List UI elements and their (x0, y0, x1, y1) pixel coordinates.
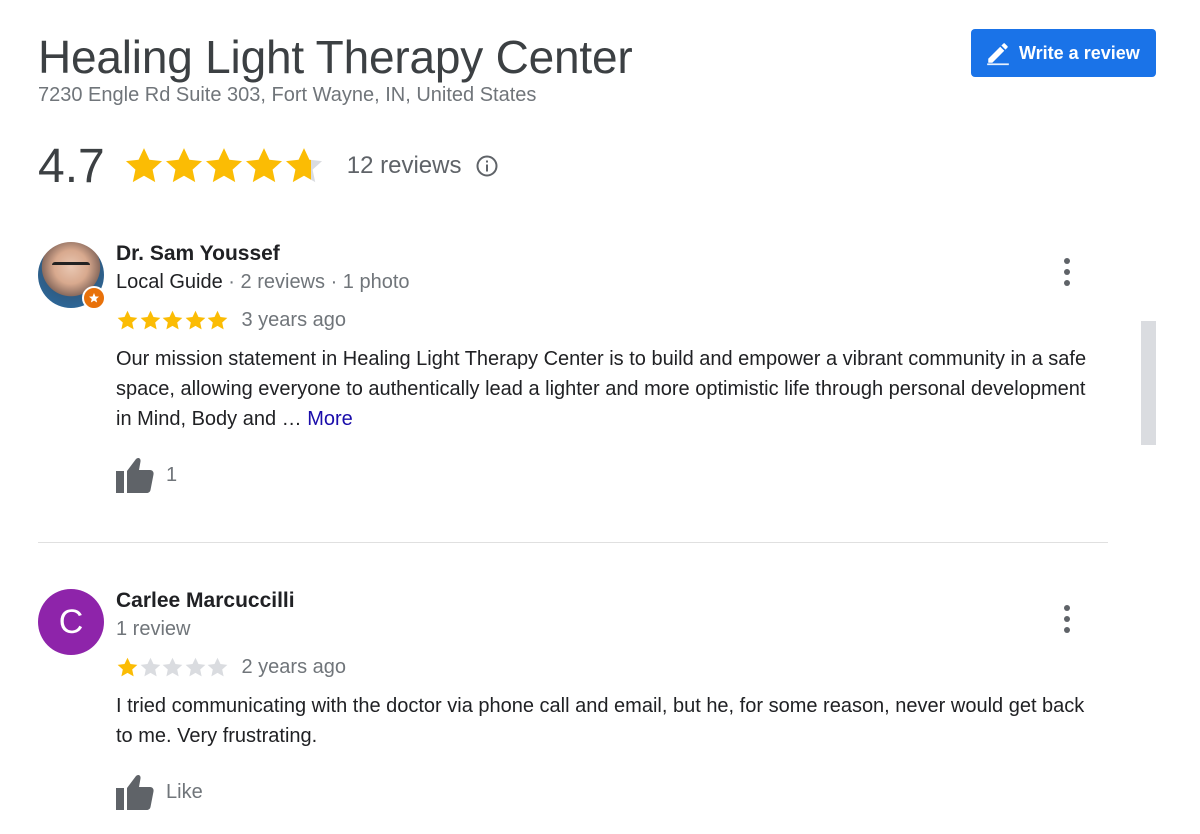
meta-separator: · (325, 271, 343, 293)
star-icon (140, 657, 160, 676)
star-icon (117, 310, 138, 329)
reviewer-meta: 1 review (116, 618, 1106, 641)
star-icon (285, 148, 322, 183)
star-icon (207, 310, 228, 329)
place-address: 7230 Engle Rd Suite 303, Fort Wayne, IN,… (38, 84, 537, 106)
review-divider (38, 542, 1108, 543)
write-review-button[interactable]: Write a review (971, 29, 1156, 77)
meta-separator: · (222, 271, 241, 293)
review-text: I tried communicating with the doctor vi… (116, 695, 1085, 747)
star-icon (162, 310, 183, 329)
reviewer-avatar[interactable]: C (38, 589, 104, 655)
like-button[interactable]: 1 (116, 456, 1106, 494)
write-review-label: Write a review (1019, 42, 1140, 63)
reviewer-review-count: 2 reviews (240, 271, 326, 293)
more-link[interactable]: More (307, 408, 353, 430)
thumbs-up-icon (116, 774, 154, 810)
star-icon (165, 148, 202, 183)
average-rating: 4.7 (38, 139, 105, 193)
star-icon (162, 657, 183, 676)
reviewer-photo-count: 1 photo (342, 271, 410, 293)
star-icon (205, 148, 242, 183)
star-icon (117, 657, 138, 676)
glasses-shape (52, 262, 90, 272)
more-options-icon[interactable] (1062, 258, 1072, 286)
review-text-body: Our mission statement in Healing Light T… (116, 348, 1087, 430)
star-icon (245, 148, 282, 183)
reviewer-name[interactable]: Carlee Marcuccilli (116, 589, 1106, 615)
local-guide-label: Local Guide (116, 271, 223, 293)
scrollbar-thumb[interactable] (1141, 321, 1156, 445)
star-icon (140, 310, 160, 329)
reviewer-meta: Local Guide · 2 reviews · 1 photo (116, 271, 1106, 294)
local-guide-badge-icon (82, 286, 106, 310)
star-icon (207, 657, 228, 676)
review-stars (116, 656, 229, 679)
review-count[interactable]: 12 reviews (347, 152, 462, 180)
rating-summary: 4.7 12 reviews (38, 138, 499, 194)
review-text: Our mission statement in Healing Light T… (116, 344, 1106, 434)
review-date: 3 years ago (241, 308, 347, 331)
summary-stars (123, 145, 323, 187)
like-count: 1 (166, 463, 178, 486)
review-date: 2 years ago (241, 655, 347, 678)
star-icon (185, 310, 205, 329)
info-icon[interactable] (475, 154, 499, 178)
pencil-icon (987, 43, 1009, 66)
star-icon (185, 657, 205, 676)
review-stars (116, 309, 229, 332)
like-button[interactable]: Like (116, 773, 1106, 811)
reviewer-review-count: 1 review (116, 618, 191, 640)
place-title: Healing Light Therapy Center (38, 31, 633, 83)
like-label: Like (166, 780, 203, 803)
thumbs-up-icon (116, 457, 154, 493)
star-icon (125, 148, 162, 183)
reviewer-name[interactable]: Dr. Sam Youssef (116, 242, 1106, 268)
more-options-icon[interactable] (1062, 605, 1072, 633)
reviewer-avatar[interactable] (38, 242, 106, 310)
